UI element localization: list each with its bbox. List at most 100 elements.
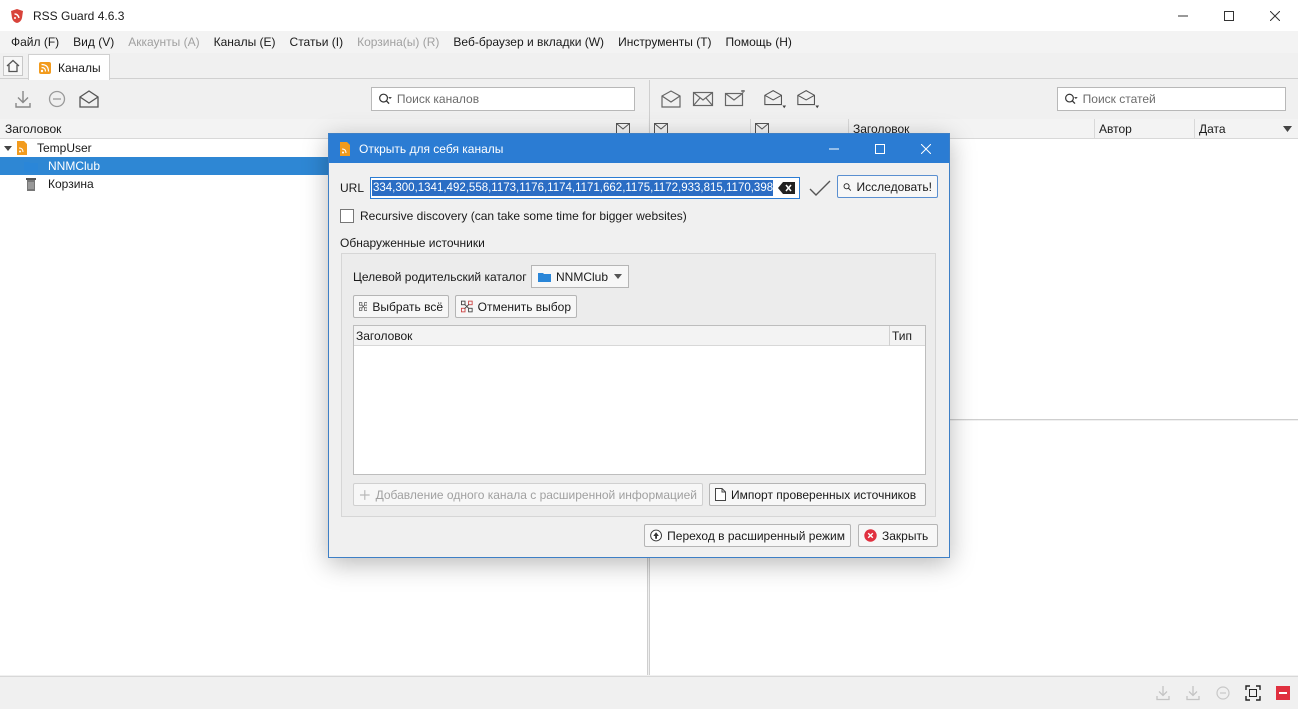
close-dialog-button[interactable]: Закрыть xyxy=(858,524,938,547)
menu-tools[interactable]: Инструменты (T) xyxy=(611,35,718,49)
articles-search-box[interactable] xyxy=(1057,87,1286,111)
home-icon xyxy=(6,59,20,73)
deselect-all-button[interactable]: Отменить выбор xyxy=(455,295,577,318)
menu-file[interactable]: Файл (F) xyxy=(4,35,66,49)
menu-web-browser[interactable]: Веб-браузер и вкладки (W) xyxy=(446,35,611,49)
discover-feeds-dialog: Открыть для себя каналы URL 334,300,1341… xyxy=(328,133,950,558)
deselect-all-icon xyxy=(461,300,473,313)
arrow-up-circle-icon xyxy=(650,529,662,542)
select-all-button[interactable]: Выбрать всё xyxy=(353,295,449,318)
articles-mark-menu-button[interactable] xyxy=(763,87,787,111)
search-icon xyxy=(843,182,852,191)
fullscreen-button[interactable] xyxy=(1244,684,1262,702)
discover-button-label: Исследовать! xyxy=(856,179,932,194)
dialog-title-bar[interactable]: Открыть для себя каналы xyxy=(329,134,949,163)
mark-articles-unread-button[interactable] xyxy=(691,87,715,111)
import-checked-button[interactable]: Импорт проверенных источников xyxy=(709,483,926,506)
menu-help[interactable]: Помощь (H) xyxy=(719,35,799,49)
rss-feed-icon xyxy=(39,61,51,74)
home-button[interactable] xyxy=(3,56,23,76)
recursive-discovery-checkbox[interactable] xyxy=(340,209,354,223)
hide-statusbar-button[interactable] xyxy=(1274,684,1292,702)
plus-icon xyxy=(359,489,370,500)
add-one-feed-button[interactable]: Добавление одного канала с расширенной и… xyxy=(353,483,703,506)
search-icon xyxy=(1065,93,1078,105)
col-date[interactable]: Дата xyxy=(1194,119,1298,139)
discovered-sources-group: Целевой родительский каталог NNMClub Выб… xyxy=(341,253,936,517)
tab-feeds[interactable]: Каналы xyxy=(28,54,110,80)
url-valid-check-icon xyxy=(809,180,831,196)
feeds-search-input[interactable] xyxy=(396,92,634,106)
sources-col-type[interactable]: Тип xyxy=(889,326,925,346)
articles-search-input[interactable] xyxy=(1082,92,1285,106)
select-all-icon xyxy=(359,302,368,311)
discover-button[interactable]: Исследовать! xyxy=(837,175,938,198)
minimize-button[interactable] xyxy=(1160,0,1206,31)
mark-feeds-read-button[interactable] xyxy=(77,87,101,111)
menu-view[interactable]: Вид (V) xyxy=(66,35,121,49)
stop-icon xyxy=(48,90,66,108)
status-update-selected-button[interactable] xyxy=(1184,684,1202,702)
parent-folder-value: NNMClub xyxy=(556,269,609,284)
advanced-mode-button[interactable]: Переход в расширенный режим xyxy=(644,524,851,547)
clear-input-icon[interactable] xyxy=(778,181,796,195)
close-dialog-label: Закрыть xyxy=(882,528,929,543)
dialog-close-button[interactable] xyxy=(903,134,949,163)
trash-icon xyxy=(26,177,36,191)
toggle-important-button[interactable] xyxy=(723,87,747,111)
import-checked-label: Импорт проверенных источников xyxy=(731,487,917,502)
status-bar xyxy=(0,676,1298,709)
window-title: RSS Guard 4.6.3 xyxy=(33,8,125,23)
envelope-icon xyxy=(692,91,714,107)
feeds-toolbar xyxy=(0,80,648,118)
sources-table-header: Заголовок Тип xyxy=(354,326,925,346)
maximize-icon xyxy=(875,143,885,154)
stop-update-button[interactable] xyxy=(45,87,69,111)
dialog-minimize-button[interactable] xyxy=(811,134,857,163)
envelope-star-icon xyxy=(724,90,745,107)
dialog-maximize-button[interactable] xyxy=(857,134,903,163)
feeds-column-title[interactable]: Заголовок xyxy=(5,122,61,136)
mark-articles-read-button[interactable] xyxy=(659,87,683,111)
menu-recycle-bins[interactable]: Корзина(ы) (R) xyxy=(350,35,446,49)
deselect-all-label: Отменить выбор xyxy=(477,299,571,314)
folder-icon xyxy=(538,272,551,282)
minimize-icon xyxy=(1178,15,1188,16)
sort-arrow-icon xyxy=(1283,126,1292,132)
close-window-button[interactable] xyxy=(1252,0,1298,31)
feeds-search-box[interactable] xyxy=(371,87,635,111)
menu-accounts[interactable]: Аккаунты (A) xyxy=(121,35,206,49)
menu-feeds[interactable]: Каналы (E) xyxy=(207,35,283,49)
envelope-read-icon xyxy=(661,90,681,108)
parent-folder-label: Целевой родительский каталог xyxy=(353,270,527,284)
discovered-sources-table[interactable]: Заголовок Тип xyxy=(353,325,926,475)
articles-toolbar xyxy=(650,80,1298,118)
close-icon xyxy=(921,143,931,154)
url-input[interactable]: 334,300,1341,492,558,1173,1176,1174,1171… xyxy=(370,177,800,199)
sources-col-title[interactable]: Заголовок xyxy=(354,326,889,346)
recursive-discovery-label[interactable]: Recursive discovery (can take some time … xyxy=(360,209,687,223)
col-author[interactable]: Автор xyxy=(1094,119,1194,139)
document-import-icon xyxy=(715,488,726,501)
rss-feed-icon xyxy=(340,141,350,156)
maximize-button[interactable] xyxy=(1206,0,1252,31)
maximize-icon xyxy=(1224,10,1234,21)
menu-articles[interactable]: Статьи (I) xyxy=(283,35,351,49)
parent-folder-select[interactable]: NNMClub xyxy=(531,265,629,288)
minimize-icon xyxy=(829,148,839,149)
articles-filter-menu-button[interactable] xyxy=(796,87,820,111)
col-date-label: Дата xyxy=(1199,122,1226,136)
status-stop-button[interactable] xyxy=(1214,684,1232,702)
close-circle-icon xyxy=(864,529,877,542)
rss-guard-logo-icon xyxy=(11,8,23,23)
status-update-button[interactable] xyxy=(1154,684,1172,702)
select-all-label: Выбрать всё xyxy=(372,299,443,314)
update-all-feeds-button[interactable] xyxy=(11,87,35,111)
tab-feeds-label: Каналы xyxy=(58,60,101,75)
advanced-mode-label: Переход в расширенный режим xyxy=(667,528,845,543)
download-icon xyxy=(1156,686,1170,701)
discovered-sources-title: Обнаруженные источники xyxy=(340,236,485,250)
tab-bar: Каналы xyxy=(0,53,1298,80)
url-input-value[interactable]: 334,300,1341,492,558,1173,1176,1174,1171… xyxy=(372,180,773,196)
expand-arrow-icon[interactable] xyxy=(4,144,12,152)
